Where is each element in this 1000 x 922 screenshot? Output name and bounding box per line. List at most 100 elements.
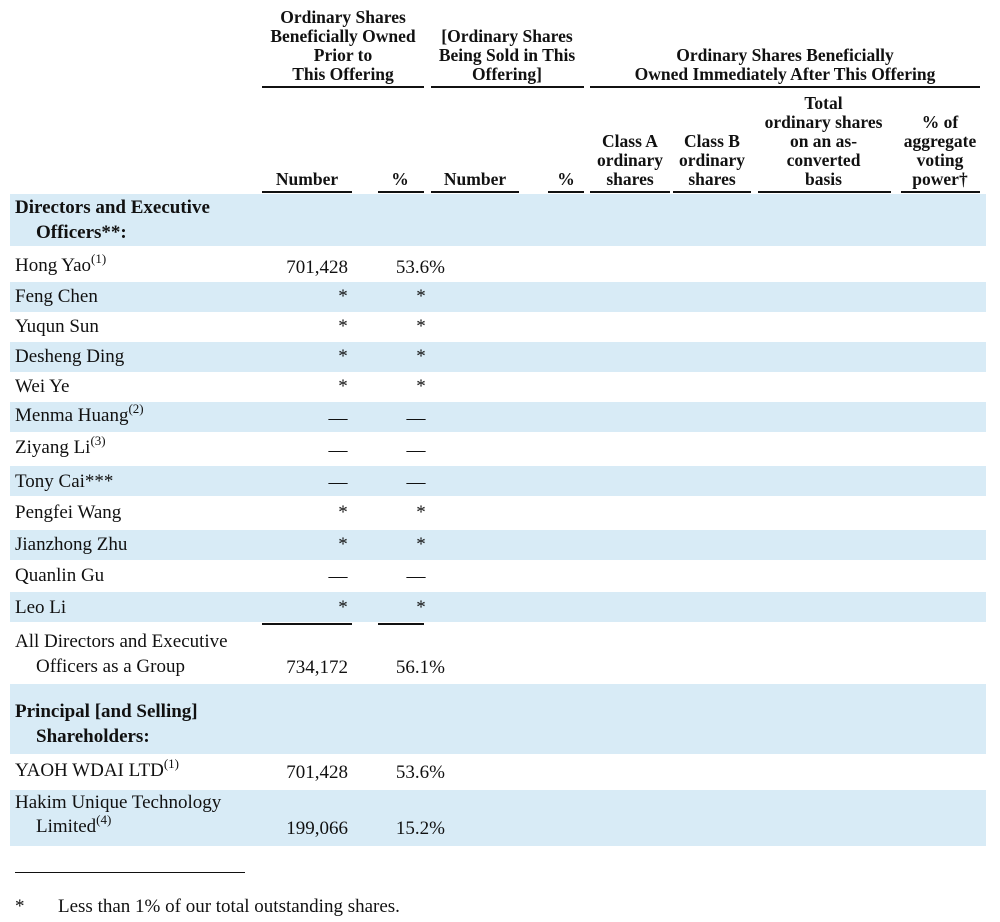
- row-number: *: [338, 534, 348, 555]
- row-number: —: [328, 566, 348, 587]
- principal-name-hakim-cont: Limited(4): [36, 813, 111, 838]
- row-pct: —: [406, 566, 426, 587]
- group-total-pct: 56.1%: [395, 657, 445, 678]
- col-rule: [758, 191, 891, 193]
- header-line: converted: [786, 150, 861, 170]
- header-line: Offering]: [472, 64, 542, 84]
- header-line: Ordinary Shares Beneficially: [676, 45, 894, 65]
- col-rule: [262, 191, 352, 193]
- row-number: —: [328, 440, 348, 461]
- section-heading-directors: Directors and Executive: [15, 197, 210, 218]
- header-line: basis: [805, 169, 842, 189]
- row-band: [10, 342, 986, 372]
- header-line: [Ordinary Shares: [441, 26, 573, 46]
- header-line: shares: [606, 169, 654, 189]
- group-total-number: 734,172: [286, 657, 348, 678]
- row-name: Yuqun Sun: [15, 316, 99, 337]
- ownership-table-document: Ordinary Shares Beneficially Owned Prior…: [0, 0, 1000, 922]
- row-band: [10, 466, 986, 496]
- principal-number: 701,428: [286, 762, 348, 783]
- row-number: *: [338, 316, 348, 337]
- principal-pct: 15.2%: [395, 818, 445, 839]
- header-rule: [262, 86, 424, 88]
- col-header-pct-sold: %: [557, 169, 575, 189]
- row-pct: —: [406, 472, 426, 493]
- row-number: —: [328, 472, 348, 493]
- header-line: Class A: [602, 131, 658, 151]
- section-heading-directors-cont: Officers**:: [36, 222, 127, 243]
- header-group-prior: Ordinary Shares Beneficially Owned Prior…: [258, 8, 428, 84]
- header-line: Being Sold in This: [438, 45, 576, 65]
- row-number: *: [338, 376, 348, 397]
- row-number: *: [338, 597, 348, 618]
- principal-name-hakim: Hakim Unique Technology: [15, 792, 222, 813]
- row-name: YAOH WDAI LTD: [15, 760, 164, 781]
- footnote-ref: (4): [96, 812, 112, 827]
- col-rule: [431, 191, 519, 193]
- header-line: ordinary: [596, 150, 664, 170]
- row-band: [10, 530, 986, 560]
- footnote-ref: (1): [163, 756, 179, 771]
- row-band: [10, 282, 986, 312]
- row-pct: *: [416, 597, 426, 618]
- header-line: shares: [688, 169, 736, 189]
- header-rule: [590, 86, 980, 88]
- row-number: —: [328, 408, 348, 429]
- row-name: Leo Li: [15, 597, 67, 618]
- col-header-number-sold: Number: [443, 169, 507, 189]
- row-pct: 53.6%: [395, 257, 445, 278]
- header-line: ordinary: [678, 150, 746, 170]
- header-line: ordinary shares: [764, 112, 883, 132]
- col-rule: [590, 191, 670, 193]
- header-line: Beneficially Owned: [270, 26, 416, 46]
- group-total-label-cont: Officers as a Group: [36, 656, 185, 677]
- row-name: Pengfei Wang: [15, 502, 122, 523]
- row-name: Limited: [36, 816, 97, 837]
- row-number: *: [338, 346, 348, 367]
- row-band: [10, 402, 986, 432]
- row-pct: *: [416, 376, 426, 397]
- header-line: Class B: [684, 131, 740, 151]
- row-name: Tony Cai***: [15, 471, 114, 492]
- col-rule: [548, 191, 584, 193]
- subtotal-rule: [262, 623, 352, 625]
- row-number: *: [338, 502, 348, 523]
- header-line: This Offering: [292, 64, 394, 84]
- row-name: Quanlin Gu: [15, 565, 105, 586]
- header-line: Total: [804, 93, 843, 113]
- row-name-ziyang-li: Ziyang Li(3): [15, 434, 106, 459]
- col-header-total: Total ordinary shares on an as- converte…: [756, 94, 891, 189]
- header-group-after: Ordinary Shares Beneficially Owned Immed…: [590, 46, 980, 84]
- row-pct: *: [416, 316, 426, 337]
- row-pct: *: [416, 502, 426, 523]
- group-total-label: All Directors and Executive: [15, 631, 228, 652]
- header-line: power†: [912, 169, 968, 189]
- footnote-text: Less than 1% of our total outstanding sh…: [58, 896, 400, 917]
- row-name: Wei Ye: [15, 376, 70, 397]
- subtotal-rule: [378, 623, 424, 625]
- row-number: *: [338, 286, 348, 307]
- row-number: 701,428: [286, 257, 348, 278]
- principal-name-yaoh: YAOH WDAI LTD(1): [15, 757, 179, 782]
- col-header-class-b: Class B ordinary shares: [673, 132, 751, 189]
- row-pct: *: [416, 534, 426, 555]
- header-rule: [431, 86, 584, 88]
- header-line: Ordinary Shares: [280, 7, 406, 27]
- row-pct: *: [416, 286, 426, 307]
- col-header-number: Number: [275, 169, 339, 189]
- header-line: on an as-: [789, 131, 858, 151]
- footnote-ref: (1): [91, 251, 107, 266]
- principal-pct: 53.6%: [395, 762, 445, 783]
- section-heading-principal-cont: Shareholders:: [36, 726, 150, 747]
- col-rule: [378, 191, 424, 193]
- header-group-sold: [Ordinary Shares Being Sold in This Offe…: [428, 27, 586, 84]
- row-name: Ziyang Li: [15, 437, 91, 458]
- header-line: voting: [916, 150, 964, 170]
- col-rule: [673, 191, 751, 193]
- header-line: aggregate: [903, 131, 977, 151]
- row-name: Hong Yao: [15, 255, 92, 276]
- header-line: % of: [921, 112, 959, 132]
- row-band: [10, 592, 986, 622]
- col-rule: [901, 191, 980, 193]
- row-name-menma-huang: Menma Huang(2): [15, 402, 144, 427]
